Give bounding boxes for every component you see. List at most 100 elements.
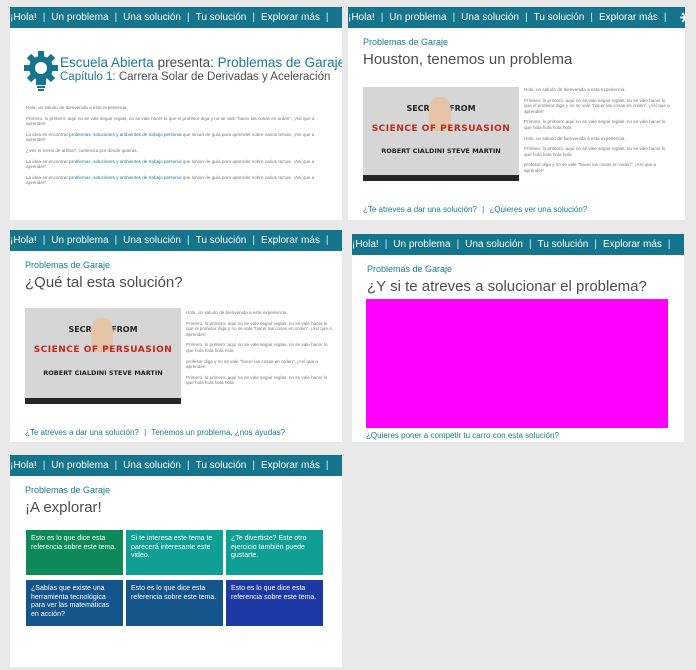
gear-icon[interactable] xyxy=(679,11,685,24)
nav-explorar-mas[interactable]: Explorar más xyxy=(599,12,658,23)
nav-separator: | xyxy=(452,12,456,23)
explore-tile[interactable]: ¿Te divertiste? Este otro ejercicio tamb… xyxy=(226,530,323,575)
problem-links: ¿Te atreves a dar una solución? | ¿Quier… xyxy=(363,205,588,214)
nav-explorar-mas[interactable]: Explorar más xyxy=(261,12,320,23)
nav-separator: | xyxy=(42,12,46,23)
top-nav: ¡Hola! | Un problema | Una solución | Tu so… xyxy=(348,7,685,28)
paragraph: Hola, un saludo de bienvenida a esta exp… xyxy=(186,310,288,315)
gear-icon[interactable] xyxy=(341,459,342,472)
nav-hola[interactable]: ¡Hola! xyxy=(10,12,37,23)
nav-un-problema[interactable]: Un problema xyxy=(51,460,108,471)
intro-paragraph: La idea es encontrar problemas, solucion… xyxy=(26,158,315,170)
paragraph: Hola, un saludo de bienvenida a esta exp… xyxy=(524,87,626,92)
nav-una-solucion[interactable]: Una solución xyxy=(123,235,181,246)
nav-explorar-mas[interactable]: Explorar más xyxy=(261,460,320,471)
nav-separator: | xyxy=(252,460,255,471)
gear-icon[interactable] xyxy=(683,238,684,251)
explore-tile[interactable]: Si te interesa este tema te parecerá int… xyxy=(126,530,223,575)
nav-separator: | xyxy=(252,235,255,246)
gear-icon[interactable] xyxy=(341,234,342,247)
nav-tu-solucion[interactable]: Tu solución xyxy=(196,235,247,246)
problem-body: Hola, un saludo de bienvenida a esta exp… xyxy=(524,87,670,179)
nav-hola[interactable]: ¡Hola! xyxy=(10,235,37,246)
nav-explorar-mas[interactable]: Explorar más xyxy=(603,239,662,250)
nav-separator: | xyxy=(186,12,190,23)
intro-paragraph: Primero, lo primero: aquí no se vale seg… xyxy=(26,115,315,127)
video-caption: SCIENCE OF PERSUASION xyxy=(371,124,511,134)
gear-icon[interactable] xyxy=(341,11,342,24)
inline-link[interactable]: problemas, soluciones y ambientes de tra… xyxy=(69,175,181,180)
top-nav: ¡Hola! | Un problema | Una solución | Tu so… xyxy=(10,230,342,251)
nav-separator: | xyxy=(456,239,460,250)
section-subtitle: Problemas de Garaje xyxy=(25,485,111,495)
nav-separator: | xyxy=(325,12,329,23)
video-controls[interactable] xyxy=(25,398,181,404)
atreves-link[interactable]: ¿Te atreves a dar una solución? xyxy=(363,205,477,214)
nav-separator: | xyxy=(384,239,388,250)
nav-tu-solucion[interactable]: Tu solución xyxy=(196,460,247,471)
top-nav: ¡Hola! | Un problema | Una solución | Tu so… xyxy=(352,234,684,255)
nav-separator: | xyxy=(380,12,384,23)
card-problema: ¡Hola! | Un problema | Una solución | Tu so… xyxy=(348,7,685,220)
explore-tile[interactable]: Esto es lo que dice esta referencia sobr… xyxy=(26,530,123,575)
chapter-title: Capítulo 1: Carrera Solar de Derivadas y… xyxy=(60,71,331,83)
page-title: ¡A explorar! xyxy=(25,499,102,516)
nav-separator: | xyxy=(252,12,255,23)
competir-link[interactable]: ¿Quieres poner a competir tu carro con e… xyxy=(366,431,559,440)
inline-link[interactable]: problemas, soluciones y ambientes de tra… xyxy=(69,132,181,137)
nos-ayudas-link[interactable]: Tenemos un problema, ¿nos ayudas? xyxy=(151,428,285,437)
explore-tile[interactable]: Esto es lo que dice esta referencia sobr… xyxy=(126,580,223,626)
solution-body: Hola, un saludo de bienvenida a esta exp… xyxy=(186,310,332,391)
nav-separator: | xyxy=(528,239,532,250)
intro-paragraph: La idea es encontrar problemas, solucion… xyxy=(26,131,315,143)
nav-tu-solucion[interactable]: Tu solución xyxy=(196,12,247,23)
nav-una-solucion[interactable]: Una solución xyxy=(123,12,181,23)
nav-explorar-mas[interactable]: Explorar más xyxy=(261,235,320,246)
video-caption: ROBERT CIALDINI STEVE MARTIN xyxy=(43,369,163,377)
section-subtitle: Problemas de Garaje xyxy=(363,37,449,47)
nav-separator: | xyxy=(524,12,528,23)
nav-separator: | xyxy=(663,12,667,23)
paragraph: Primero, lo primero: aquí no se vale seg… xyxy=(186,342,328,353)
card-solucion: ¡Hola! | Un problema | Una solución | Tu so… xyxy=(10,230,342,442)
video-player[interactable]: SECRETS FROM SCIENCE OF PERSUASION ROBER… xyxy=(25,308,181,404)
intro-title: Escuela Abierta presenta: Problemas de G… xyxy=(60,55,342,70)
nav-tu-solucion[interactable]: Tu solución xyxy=(534,12,585,23)
solution-links: ¿Te atreves a dar una solución? | Tenemo… xyxy=(25,428,286,437)
paragraph: Primero, lo primero: aquí no se vale seg… xyxy=(186,374,328,386)
nav-separator: | xyxy=(590,12,593,23)
video-controls[interactable] xyxy=(363,175,519,181)
nav-hola[interactable]: ¡Hola! xyxy=(352,239,379,250)
nav-una-solucion[interactable]: Una solución xyxy=(461,12,519,23)
nav-una-solucion[interactable]: Una solución xyxy=(465,239,523,250)
nav-tu-solucion[interactable]: Tu solución xyxy=(538,239,589,250)
nav-separator: | xyxy=(42,460,46,471)
atreves-link[interactable]: ¿Te atreves a dar una solución? xyxy=(25,428,139,437)
card-explorar: ¡Hola! | Un problema | Una solución | Tu so… xyxy=(10,455,342,667)
inline-link[interactable]: problemas, soluciones y ambientes de tra… xyxy=(69,159,181,164)
paragraph: profesor diga y no se vale "hacer las co… xyxy=(524,162,656,173)
nav-separator: | xyxy=(42,235,46,246)
ver-solucion-link[interactable]: ¿Quieres ver una solución? xyxy=(489,205,587,214)
explore-tile[interactable]: Esto es lo que dice esta referencia sobr… xyxy=(226,580,323,626)
page-title: Houston, tenemos un problema xyxy=(363,51,573,68)
nav-separator: | xyxy=(594,239,597,250)
nav-hola[interactable]: ¡Hola! xyxy=(348,12,375,23)
nav-un-problema[interactable]: Un problema xyxy=(389,12,446,23)
video-player[interactable]: SECRETS FROM SCIENCE OF PERSUASION ROBER… xyxy=(363,87,519,181)
page-title: ¿Qué tal esta solución? xyxy=(25,274,183,291)
nav-separator: | xyxy=(325,460,329,471)
video-caption: ROBERT CIALDINI STEVE MARTIN xyxy=(381,147,501,155)
card-tu-solucion: ¡Hola! | Un problema | Una solución | Tu so… xyxy=(352,234,684,442)
nav-hola[interactable]: ¡Hola! xyxy=(10,460,37,471)
nav-una-solucion[interactable]: Una solución xyxy=(123,460,181,471)
nav-un-problema[interactable]: Un problema xyxy=(51,235,108,246)
nav-un-problema[interactable]: Un problema xyxy=(393,239,450,250)
paragraph: Primero, lo primero: aquí no se vale seg… xyxy=(524,146,666,157)
gear-lightbulb-icon xyxy=(24,51,58,98)
intro-paragraph: ¿Ves el menú de arriba?, comienza por do… xyxy=(26,147,138,153)
intro-paragraph: La idea es encontrar problemas, solucion… xyxy=(26,174,315,186)
top-nav: ¡Hola! | Un problema | Una solución | Tu so… xyxy=(10,7,342,28)
nav-un-problema[interactable]: Un problema xyxy=(51,12,108,23)
explore-tile[interactable]: ¿Sabías que existe una herramienta tecno… xyxy=(26,580,123,626)
